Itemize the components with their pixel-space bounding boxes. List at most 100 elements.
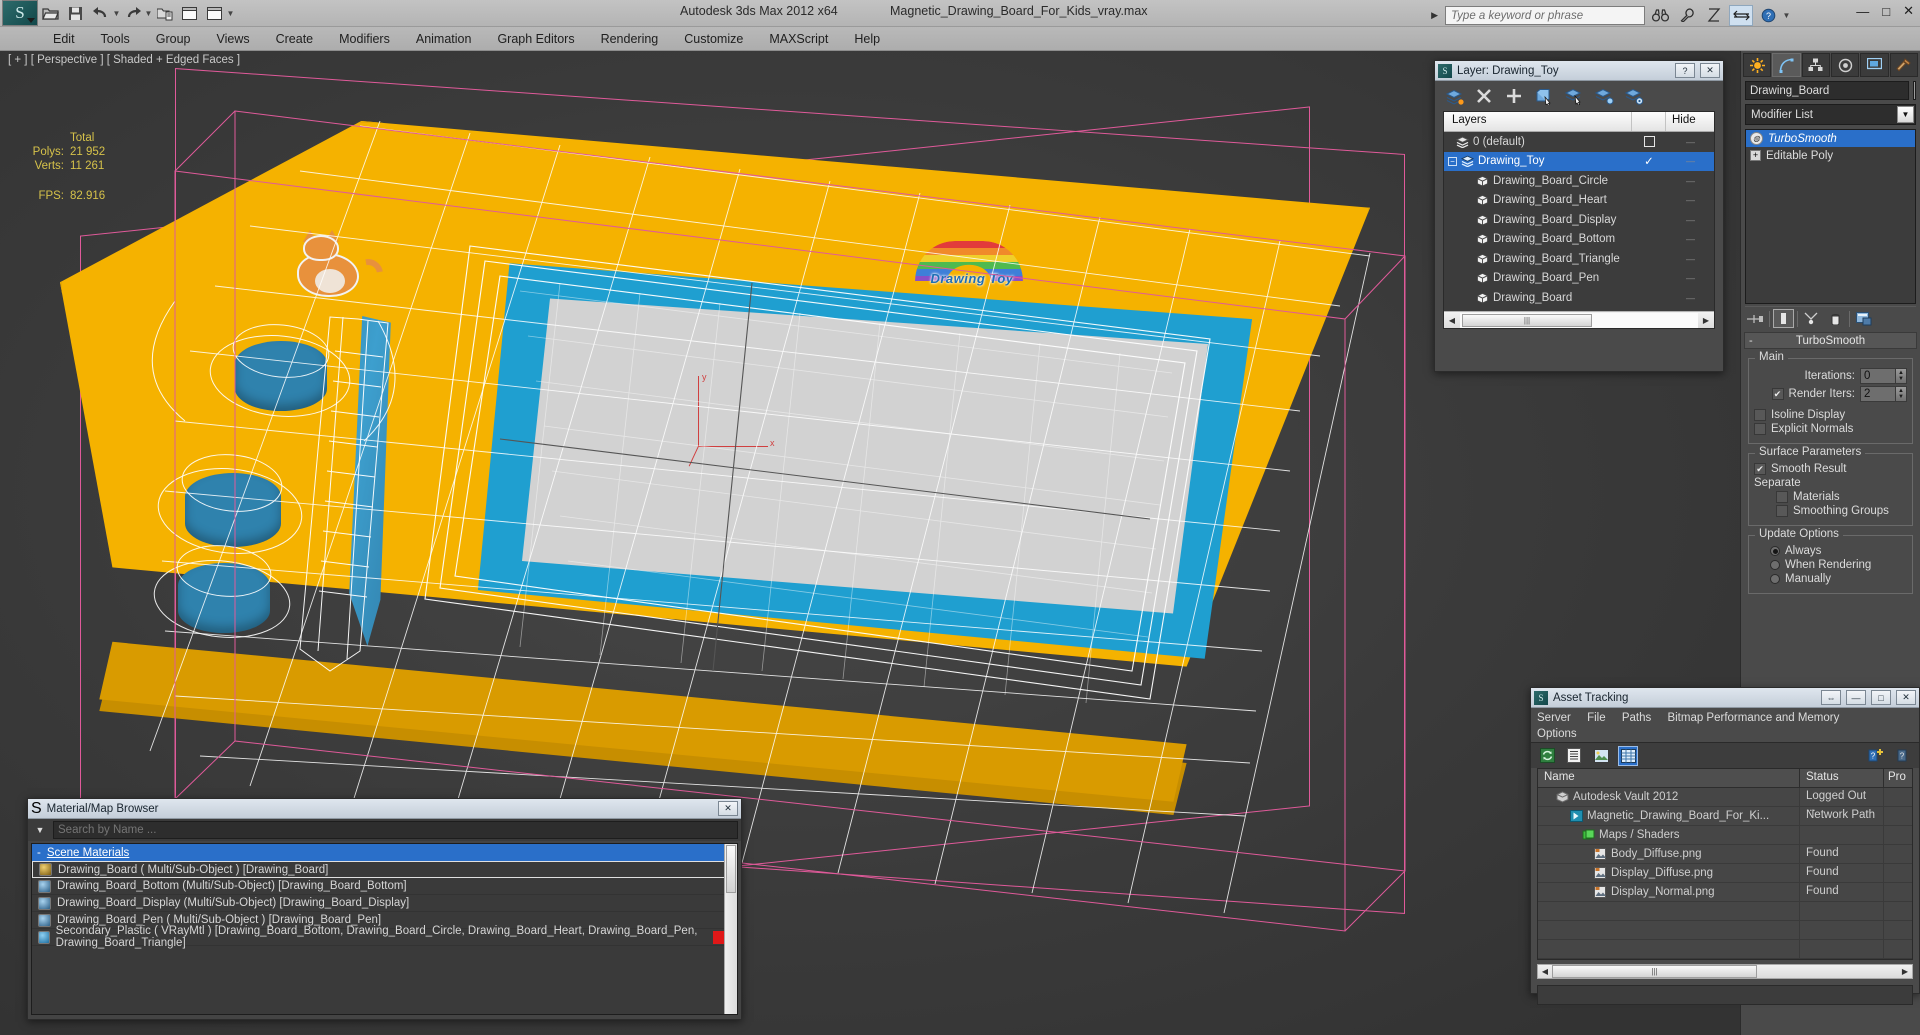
window-close-button[interactable]: ✕: [1903, 3, 1914, 19]
scroll-left-icon[interactable]: ◀: [1444, 316, 1460, 325]
material-browser-close-button[interactable]: ✕: [718, 801, 738, 816]
layer-current-check[interactable]: ✓: [1632, 154, 1666, 168]
asset-column-status[interactable]: Status: [1800, 769, 1884, 787]
undo-dropdown-icon[interactable]: ▼: [113, 1, 121, 25]
asset-tracking-titlebar[interactable]: S Asset Tracking ⇔ — □ ✕: [1531, 688, 1919, 708]
asset-row-max-file[interactable]: Magnetic_Drawing_Board_For_Ki... Network…: [1538, 807, 1912, 826]
undo-icon[interactable]: [88, 1, 113, 25]
window-minimize-button[interactable]: —: [1856, 4, 1869, 19]
asset-tracking-maximize-button[interactable]: □: [1871, 690, 1891, 705]
field-always[interactable]: Always: [1754, 545, 1907, 557]
layer-dialog-help-button[interactable]: ?: [1675, 63, 1695, 78]
layer-hide-toggle[interactable]: —: [1666, 176, 1714, 186]
quick-access-more-icon[interactable]: ▼: [227, 1, 235, 25]
list-view-icon[interactable]: [1564, 746, 1584, 766]
hierarchy-tab[interactable]: [1801, 53, 1830, 77]
layer-expand-icon[interactable]: −: [1448, 156, 1457, 166]
asset-column-name[interactable]: Name: [1538, 769, 1800, 787]
menu-item-create[interactable]: Create: [263, 30, 327, 48]
asset-row-display-diffuse[interactable]: Display_Diffuse.png Found: [1538, 864, 1912, 883]
spinner-arrows-icon[interactable]: ▲ ▼: [1896, 368, 1907, 384]
field-materials[interactable]: Materials: [1754, 491, 1907, 503]
iterations-input[interactable]: [1860, 368, 1896, 384]
as set-row-display-normal[interactable]: Display_Normal.png Found: [1538, 883, 1912, 902]
layer-dialog-titlebar[interactable]: S Layer: Drawing_Toy ? ✕: [1435, 61, 1723, 81]
application-menu-button[interactable]: S: [2, 0, 38, 26]
modifier-stack-item-turbosmooth[interactable]: ◍ TurboSmooth: [1746, 130, 1915, 147]
exchange-icon[interactable]: [1729, 4, 1753, 26]
explicit-normals-checkbox[interactable]: [1754, 423, 1766, 435]
lightbulb-icon[interactable]: ◍: [1750, 132, 1763, 145]
display-tab[interactable]: [1860, 53, 1889, 77]
rollout-collapse-icon[interactable]: -: [1749, 335, 1753, 347]
isoline-display-checkbox[interactable]: [1754, 409, 1766, 421]
select-highlighted-objects-icon[interactable]: [1563, 85, 1585, 107]
chevron-down-icon[interactable]: ▼: [1897, 106, 1914, 123]
select-objects-in-layer-icon[interactable]: [1533, 85, 1555, 107]
when-rendering-radio[interactable]: [1770, 560, 1780, 570]
asset-row-body-diffuse[interactable]: Body_Diffuse.png Found: [1538, 845, 1912, 864]
add-help-icon[interactable]: ?: [1866, 746, 1886, 766]
asset-row-maps-shaders[interactable]: Maps / Shaders: [1538, 826, 1912, 845]
turbosmooth-rollout[interactable]: - TurboSmooth Main Iterations: ▲▼ ✔ Rend…: [1744, 332, 1917, 594]
object-color-swatch[interactable]: [1913, 81, 1916, 100]
layer-hide-toggle[interactable]: —: [1666, 234, 1714, 244]
menu-item-graph-editors[interactable]: Graph Editors: [484, 30, 587, 48]
help-icon[interactable]: ?: [1756, 5, 1780, 26]
asset-tracking-dialog[interactable]: S Asset Tracking ⇔ — □ ✕ Server File Pat…: [1530, 687, 1920, 1005]
redo-dropdown-icon[interactable]: ▼: [145, 1, 153, 25]
field-when-rendering[interactable]: When Rendering: [1754, 559, 1907, 571]
layer-row-drawing-board-circle[interactable]: Drawing_Board_Circle —: [1444, 171, 1714, 191]
layer-current-checkbox[interactable]: [1632, 136, 1666, 148]
layer-hide-toggle[interactable]: —: [1666, 254, 1714, 264]
subscription-icon[interactable]: [1702, 5, 1726, 26]
layer-hide-toggle[interactable]: —: [1666, 195, 1714, 205]
layer-hide-toggle[interactable]: —: [1666, 293, 1714, 303]
wrench-icon[interactable]: [1675, 5, 1699, 26]
material-row-drawing-board-display[interactable]: Drawing_Board_Display (Multi/Sub-Object)…: [32, 895, 737, 912]
field-manually[interactable]: Manually: [1754, 573, 1907, 585]
layer-row-drawing-board-triangle[interactable]: Drawing_Board_Triangle —: [1444, 249, 1714, 269]
material-map-browser[interactable]: S Material/Map Browser ✕ ▼ - Scene Mater…: [27, 798, 742, 1020]
menu-item-views[interactable]: Views: [203, 30, 262, 48]
refresh-icon[interactable]: [1537, 746, 1557, 766]
object-name-field[interactable]: [1745, 81, 1909, 100]
layer-row-drawing-board[interactable]: Drawing_Board —: [1444, 288, 1714, 308]
layer-row-drawing-board-bottom[interactable]: Drawing_Board_Bottom —: [1444, 230, 1714, 250]
layer-row-default[interactable]: 0 (default) —: [1444, 132, 1714, 152]
material-search-input[interactable]: [53, 821, 738, 839]
rollout-header[interactable]: - TurboSmooth: [1744, 332, 1917, 349]
scroll-thumb[interactable]: |||: [1552, 965, 1757, 978]
asset-tracking-minimize-button[interactable]: —: [1846, 690, 1866, 705]
field-smoothing-groups[interactable]: Smoothing Groups: [1754, 505, 1907, 517]
render-iters-input[interactable]: [1860, 386, 1896, 402]
binoculars-icon[interactable]: [1648, 5, 1672, 26]
set-project-folder-icon[interactable]: [152, 1, 177, 25]
query-help-icon[interactable]: ?: [1894, 746, 1914, 766]
create-tab[interactable]: [1743, 53, 1772, 77]
material-row-drawing-board[interactable]: Drawing_Board ( Multi/Sub-Object ) [Draw…: [32, 861, 737, 878]
at-menu-bitmap-performance[interactable]: Bitmap Performance and Memory: [1667, 710, 1839, 726]
layer-list-panel[interactable]: Layers Hide 0 (default) — − Drawing_Toy …: [1443, 111, 1715, 329]
highlight-selected-objects-icon[interactable]: [1593, 85, 1615, 107]
window-maximize-button[interactable]: □: [1882, 4, 1890, 19]
asset-horizontal-scrollbar[interactable]: ◀ ||| ▶: [1537, 964, 1913, 979]
layer-properties-icon[interactable]: [1623, 85, 1645, 107]
viewport-label[interactable]: [ + ] [ Perspective ] [ Shaded + Edged F…: [8, 54, 240, 66]
menu-item-customize[interactable]: Customize: [671, 30, 756, 48]
help-dropdown-icon[interactable]: ▼: [1783, 3, 1791, 27]
layer-row-drawing-toy-object[interactable]: Drawing_Toy —: [1444, 308, 1714, 311]
expand-icon[interactable]: +: [1750, 150, 1761, 161]
menu-item-modifiers[interactable]: Modifiers: [326, 30, 403, 48]
spinner-arrows-icon[interactable]: ▲ ▼: [1896, 386, 1907, 402]
show-end-result-icon[interactable]: [1773, 309, 1794, 328]
menu-item-help[interactable]: Help: [841, 30, 893, 48]
layer-manager-dialog[interactable]: S Layer: Drawing_Toy ? ✕ Layers Hide 0 (…: [1434, 60, 1724, 372]
modifier-stack-item-editable-poly[interactable]: + Editable Poly: [1746, 147, 1915, 164]
scroll-right-icon[interactable]: ▶: [1898, 967, 1912, 976]
render-iters-spinner[interactable]: ▲▼: [1860, 386, 1907, 402]
asset-tracking-close-button[interactable]: ✕: [1896, 690, 1916, 705]
pin-stack-icon[interactable]: [1745, 309, 1766, 328]
menu-item-rendering[interactable]: Rendering: [588, 30, 672, 48]
add-selection-to-layer-icon[interactable]: [1503, 85, 1525, 107]
